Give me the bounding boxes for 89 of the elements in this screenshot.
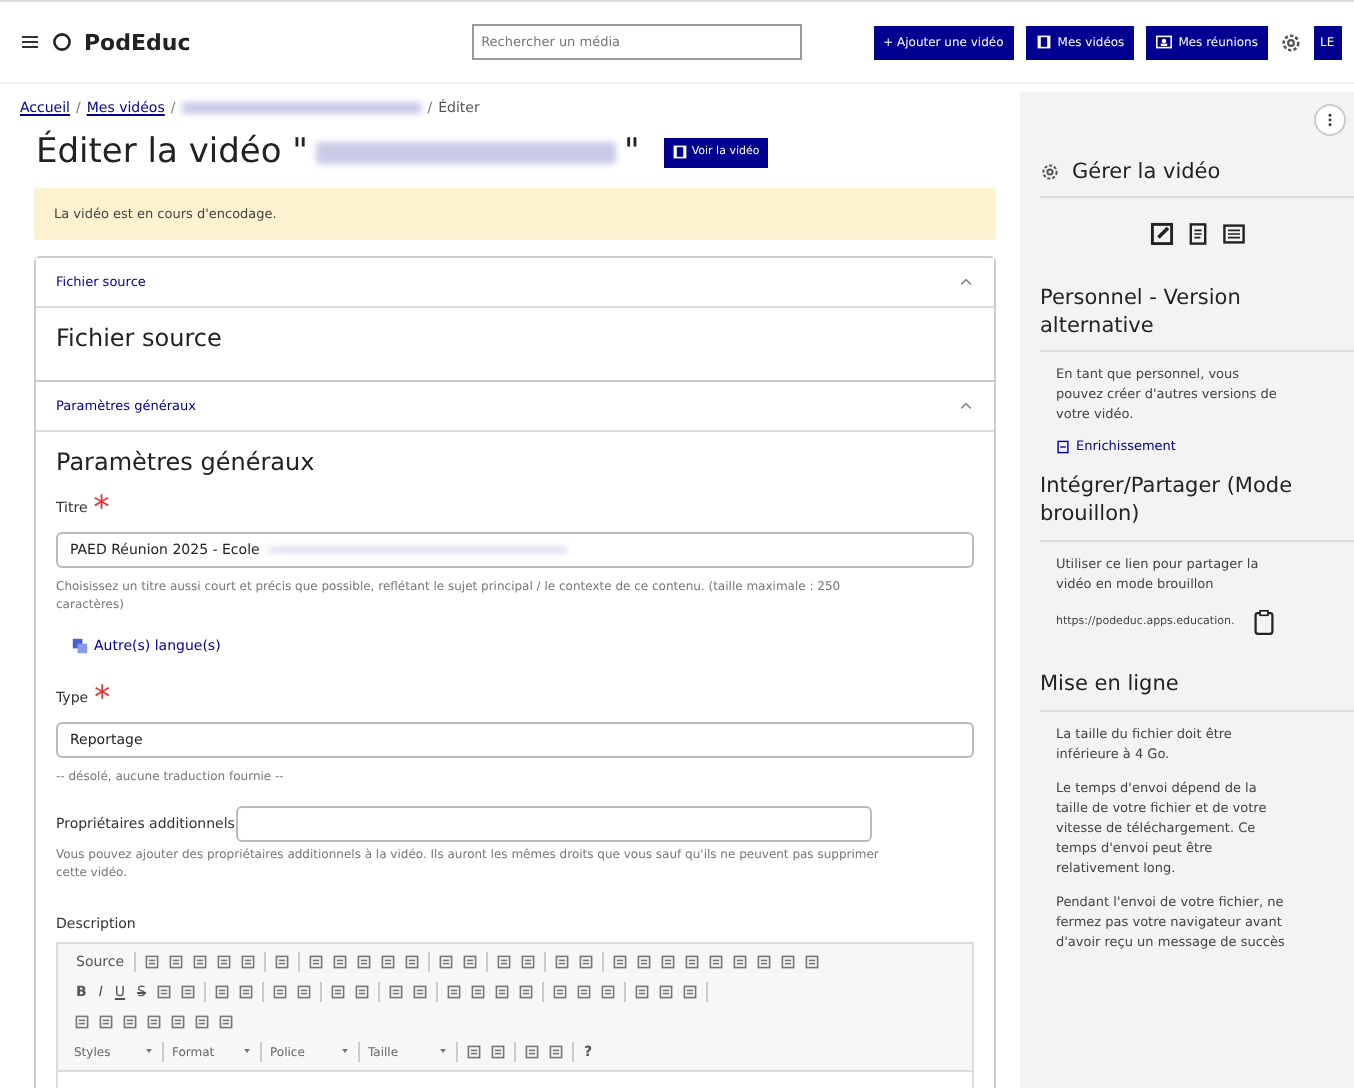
settings-icon[interactable] — [1280, 31, 1302, 53]
film-icon — [1035, 34, 1052, 50]
document-icon — [1056, 439, 1070, 454]
toolbar-icon[interactable] — [332, 954, 349, 970]
toolbar-icon[interactable] — [804, 954, 821, 970]
required-asterisk: * — [94, 678, 111, 716]
circle-logo-icon — [52, 32, 72, 52]
toolbar-icon[interactable] — [330, 984, 346, 1000]
sidebar-heading: Intégrer/Partager (Mode brouillon) — [1040, 474, 1354, 542]
toolbar-icon[interactable] — [496, 954, 513, 970]
toolbar-icon[interactable] — [388, 984, 404, 1000]
chevron-icon — [958, 274, 974, 290]
sidebar-heading: Mise en ligne — [1040, 671, 1354, 712]
toolbar-icon[interactable] — [470, 984, 486, 1000]
caret-icon — [144, 1045, 154, 1055]
edit-icon[interactable] — [1149, 222, 1173, 246]
toolbar-icon[interactable] — [554, 954, 571, 970]
toolbar-icon[interactable] — [194, 1014, 210, 1030]
toolbar-icon[interactable] — [520, 954, 537, 970]
toolbar-icon[interactable] — [732, 954, 749, 970]
site-logo[interactable]: PodEduc — [84, 29, 191, 55]
toolbar-icon[interactable] — [660, 954, 677, 970]
toolbar-icon[interactable] — [548, 1044, 564, 1060]
translate-icon — [72, 638, 88, 654]
sidebar-heading: Personnel - Version alternative — [1040, 286, 1354, 353]
toolbar-icon[interactable] — [756, 954, 773, 970]
toolbar-icon[interactable] — [404, 954, 421, 970]
person-card-icon — [1156, 34, 1173, 50]
toolbar-icon[interactable] — [524, 1044, 540, 1060]
document-icon[interactable] — [1185, 222, 1209, 246]
toolbar-icon[interactable] — [218, 1014, 234, 1030]
menu-icon[interactable] — [20, 32, 40, 52]
caret-icon — [242, 1045, 252, 1055]
toolbar-icon[interactable] — [438, 954, 455, 970]
toolbar-icon[interactable] — [682, 984, 698, 1000]
toolbar-icon[interactable] — [518, 984, 534, 1000]
toolbar-icon[interactable] — [274, 954, 291, 970]
toolbar-icon[interactable] — [170, 1014, 186, 1030]
toolbar-icon[interactable] — [216, 954, 233, 970]
toolbar-icon[interactable] — [612, 954, 629, 970]
page-title: " — [623, 132, 640, 172]
toolbar-icon[interactable] — [144, 954, 161, 970]
toolbar-icon[interactable] — [636, 954, 653, 970]
toolbar-icon[interactable] — [240, 954, 257, 970]
toolbar-icon[interactable] — [308, 954, 325, 970]
toolbar-icon[interactable] — [98, 1014, 114, 1030]
caret-icon — [438, 1045, 448, 1055]
chevron-icon — [958, 398, 974, 414]
clipboard-icon[interactable] — [1250, 607, 1279, 636]
toolbar-icon[interactable] — [122, 1014, 138, 1030]
required-asterisk: * — [93, 488, 110, 526]
toolbar-icon[interactable] — [168, 954, 185, 970]
owners-field[interactable] — [236, 806, 873, 842]
toolbar-icon[interactable] — [494, 984, 510, 1000]
toolbar-icon[interactable] — [296, 984, 312, 1000]
toolbar-icon[interactable] — [156, 984, 172, 1000]
toolbar-icon[interactable] — [658, 984, 674, 1000]
toolbar-icon[interactable] — [634, 984, 650, 1000]
settings-icon — [1040, 162, 1060, 182]
toolbar-icon[interactable] — [74, 1014, 90, 1030]
toolbar-icon[interactable] — [192, 954, 209, 970]
toolbar-icon[interactable] — [238, 984, 254, 1000]
toolbar-icon[interactable] — [412, 984, 428, 1000]
toolbar-icon[interactable] — [600, 984, 616, 1000]
toolbar-icon[interactable] — [462, 954, 479, 970]
toolbar-icon[interactable] — [578, 954, 595, 970]
toolbar-icon[interactable] — [146, 1014, 162, 1030]
toolbar-icon[interactable] — [708, 954, 725, 970]
toolbar-icon[interactable] — [780, 954, 797, 970]
toolbar-icon[interactable] — [490, 1044, 506, 1060]
toolbar-icon[interactable] — [576, 984, 592, 1000]
page-title: Éditer la vidéo " — [36, 132, 308, 172]
section-heading: Fichier source — [56, 324, 224, 352]
film-icon — [671, 144, 688, 160]
toolbar-icon[interactable] — [356, 954, 373, 970]
list-icon[interactable] — [1221, 222, 1245, 246]
sidebar-title: Gérer la vidéo — [1072, 160, 1221, 184]
toolbar-icon[interactable] — [380, 954, 397, 970]
toolbar-icon[interactable] — [180, 984, 196, 1000]
toolbar-icon[interactable] — [214, 984, 230, 1000]
toolbar-icon[interactable] — [354, 984, 370, 1000]
toolbar-icon[interactable] — [552, 984, 568, 1000]
toolbar-icon[interactable] — [272, 984, 288, 1000]
caret-icon — [340, 1045, 350, 1055]
more-button[interactable] — [1314, 104, 1346, 136]
toolbar-icon[interactable] — [446, 984, 462, 1000]
toolbar-icon[interactable] — [466, 1044, 482, 1060]
section-heading: Paramètres généraux — [56, 448, 317, 476]
toolbar-icon[interactable] — [684, 954, 701, 970]
